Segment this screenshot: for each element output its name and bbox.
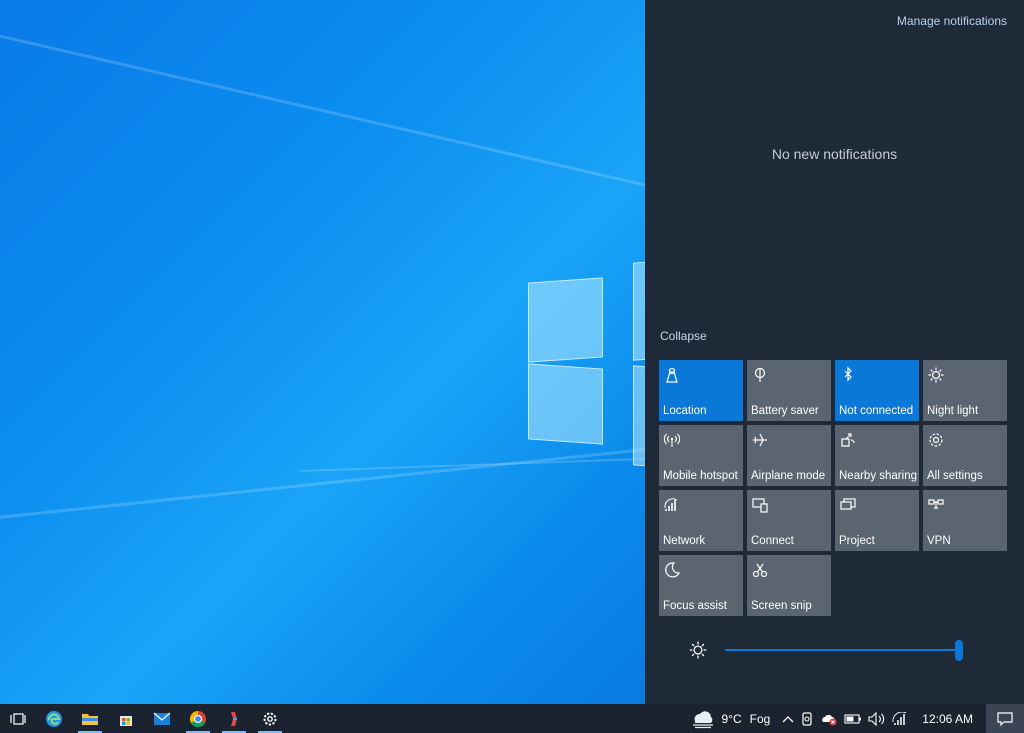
- folder-icon: [82, 713, 98, 725]
- cloud-error-icon: [822, 714, 837, 725]
- tile-label: Battery saver: [751, 405, 819, 417]
- tray-network[interactable]: [889, 704, 913, 733]
- empty-notifications-message: No new notifications: [771, 146, 898, 162]
- tile-mobile-hotspot[interactable]: Mobile hotspot: [659, 425, 743, 486]
- settings-button[interactable]: [252, 704, 288, 733]
- tile-label: Location: [663, 405, 707, 417]
- notification-icon: [997, 711, 1013, 726]
- tray-clock[interactable]: 12:06 AM: [919, 704, 976, 733]
- light-beam: [299, 456, 645, 472]
- tile-all-settings[interactable]: All settings: [923, 425, 1007, 486]
- weather-temperature: 9°C: [721, 711, 742, 726]
- tile-network[interactable]: Network: [659, 490, 743, 551]
- show-hidden-icons-button[interactable]: [779, 704, 797, 733]
- tile-label: VPN: [927, 535, 951, 547]
- app-button[interactable]: [216, 704, 252, 733]
- brightness-icon: [689, 641, 707, 659]
- action-center-button[interactable]: [986, 704, 1024, 733]
- brightness-control: [688, 640, 708, 660]
- action-center-panel: Manage notifications No new notification…: [645, 0, 1024, 704]
- tile-screen-snip[interactable]: Screen snip: [747, 555, 831, 616]
- gear-icon: [929, 433, 943, 447]
- mail-button[interactable]: [144, 704, 180, 733]
- tile-night-light[interactable]: Night light: [923, 360, 1007, 421]
- store-icon: [120, 715, 132, 726]
- gear-icon: [263, 712, 277, 725]
- weather-condition: Fog: [749, 711, 771, 726]
- connect-icon: [752, 498, 768, 513]
- tile-location[interactable]: Location: [659, 360, 743, 421]
- light-beam: [0, 444, 645, 523]
- tile-label: All settings: [927, 470, 983, 482]
- tile-label: Network: [663, 535, 706, 547]
- tile-label: Not connected: [839, 405, 914, 417]
- tile-label: Project: [839, 535, 875, 547]
- app-icon: [231, 711, 237, 726]
- tile-label: Nearby sharing: [839, 470, 917, 482]
- taskbar: 9°C Fog 12:06 AM: [0, 704, 1024, 733]
- chrome-icon: [189, 710, 206, 727]
- edge-icon: [46, 710, 62, 727]
- nearby-sharing-icon: [841, 433, 855, 447]
- moon-icon: [665, 562, 681, 578]
- bluetooth-icon: [844, 366, 852, 382]
- tray-onedrive[interactable]: [817, 704, 841, 733]
- tile-battery-saver[interactable]: Battery saver: [747, 360, 831, 421]
- store-button[interactable]: [108, 704, 144, 733]
- tile-bluetooth[interactable]: Not connected: [835, 360, 919, 421]
- tray-volume[interactable]: [865, 704, 889, 733]
- quick-actions-grid: Location Battery saver Not connected Nig…: [659, 360, 1007, 616]
- tile-label: Airplane mode: [751, 470, 826, 482]
- tile-connect[interactable]: Connect: [747, 490, 831, 551]
- edge-button[interactable]: [36, 704, 72, 733]
- network-icon: [664, 498, 678, 511]
- battery-icon: [844, 713, 862, 724]
- desktop-wallpaper: [0, 0, 645, 704]
- tile-label: Connect: [751, 535, 794, 547]
- airplane-icon: [753, 433, 767, 447]
- tile-nearby-sharing[interactable]: Nearby sharing: [835, 425, 919, 486]
- tile-airplane-mode[interactable]: Airplane mode: [747, 425, 831, 486]
- manage-notifications-link[interactable]: Manage notifications: [897, 14, 1007, 28]
- tray-meet-now[interactable]: [797, 704, 817, 733]
- weather-widget[interactable]: 9°C Fog: [687, 704, 773, 733]
- screen-snip-icon: [752, 563, 768, 578]
- fog-cloud-icon: [693, 710, 714, 728]
- task-view-icon: [10, 712, 26, 725]
- night-light-icon: [928, 367, 944, 383]
- system-tray: 9°C Fog 12:06 AM: [687, 704, 1024, 733]
- mail-icon: [153, 712, 171, 725]
- phone-link-icon: [802, 711, 812, 726]
- project-icon: [840, 498, 856, 510]
- tile-focus-assist[interactable]: Focus assist: [659, 555, 743, 616]
- collapse-button[interactable]: Collapse: [660, 329, 707, 343]
- speaker-icon: [868, 711, 885, 726]
- file-explorer-button[interactable]: [72, 704, 108, 733]
- clock-time: 12:06 AM: [922, 711, 973, 726]
- brightness-slider-track[interactable]: [725, 649, 961, 651]
- tile-label: Focus assist: [663, 600, 727, 612]
- wifi-icon: [892, 711, 907, 725]
- chrome-button[interactable]: [180, 704, 216, 733]
- tile-label: Night light: [927, 405, 979, 417]
- vpn-icon: [928, 499, 944, 509]
- chevron-up-icon: [782, 715, 794, 722]
- mobile-hotspot-icon: [663, 433, 681, 447]
- tray-battery[interactable]: [841, 704, 865, 733]
- light-beam: [0, 30, 645, 195]
- tile-label: Screen snip: [751, 600, 812, 612]
- location-icon: [666, 367, 678, 383]
- battery-saver-icon: [754, 367, 766, 382]
- tile-label: Mobile hotspot: [663, 470, 738, 482]
- brightness-slider-thumb[interactable]: [955, 640, 963, 661]
- tile-vpn[interactable]: VPN: [923, 490, 1007, 551]
- tile-project[interactable]: Project: [835, 490, 919, 551]
- task-view-button[interactable]: [0, 704, 36, 733]
